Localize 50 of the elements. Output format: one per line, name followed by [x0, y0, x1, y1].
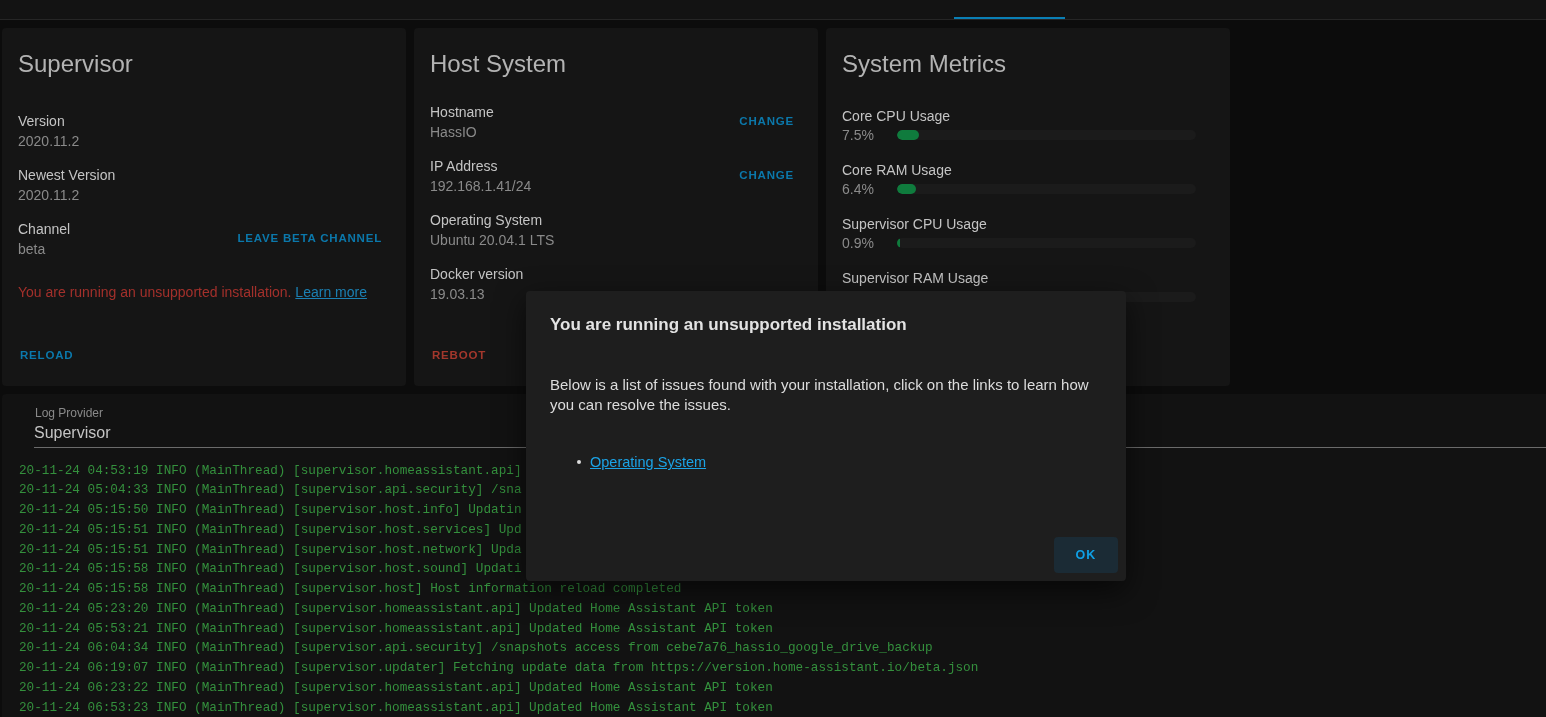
- issue-link[interactable]: Operating System: [590, 452, 707, 472]
- metric-label: Supervisor CPU Usage: [842, 215, 988, 234]
- setting-value: 2020.11.2: [18, 186, 81, 205]
- setting-label: Operating System: [430, 211, 544, 230]
- setting-label: Docker version: [430, 265, 524, 284]
- log-line: 20-11-24 06:04:34 INFO (MainThread) [supervisor.api.security] /snapshots access from cebe7a76_hassio_google_drive_backup: [19, 640, 933, 657]
- ok-button[interactable]: OK: [1054, 537, 1118, 573]
- setting-value: Ubuntu 20.04.1 LTS: [430, 231, 555, 250]
- log-line: 20-11-24 06:23:22 INFO (MainThread) [supervisor.homeassistant.api] Updated Home Assistant API token: [19, 679, 773, 696]
- log-line: 20-11-24 04:53:19 INFO (MainThread) [supervisor.homeassistant.api]: [19, 462, 522, 479]
- selected-tab-indicator[interactable]: [954, 17, 1065, 19]
- log-line: 20-11-24 05:15:50 INFO (MainThread) [supervisor.host.info] Updatin: [19, 502, 522, 518]
- setting-value: 19.03.13: [430, 285, 486, 304]
- text-button[interactable]: CHANGE: [731, 104, 802, 140]
- text-button[interactable]: CHANGE: [731, 158, 802, 194]
- card-title: System Metrics: [841, 49, 1007, 79]
- text-button[interactable]: LEAVE BETA CHANNEL: [229, 221, 390, 257]
- metric-value: 0.9%: [842, 234, 875, 252]
- log-line: 20-11-24 05:15:58 INFO (MainThread) [supervisor.host.sound] Updati: [19, 561, 522, 578]
- metric-label: Core RAM Usage: [842, 161, 953, 180]
- log-line: 20-11-24 05:23:20 INFO (MainThread) [supervisor.homeassistant.api] Updated Home Assistant API token: [19, 600, 773, 617]
- warning-message: You are running an unsupported installation. Learn more: [17, 283, 368, 302]
- log-line: 20-11-24 06:53:23 INFO (MainThread) [supervisor.homeassistant.api] Updated Home Assistant API token: [19, 699, 773, 716]
- setting-label: Channel: [18, 220, 71, 239]
- metric-value: 6.4%: [842, 180, 875, 198]
- setting-value: HassIO: [430, 123, 478, 142]
- log-line: 20-11-24 06:19:07 INFO (MainThread) [supervisor.updater] Fetching update data from https://version.home-assistant.io/beta.json: [19, 660, 979, 676]
- log-line: 20-11-24 05:15:58 INFO (MainThread) [supervisor.host] Host information reload completed: [19, 581, 682, 597]
- card-title: Supervisor: [17, 49, 134, 79]
- setting-label: Hostname: [430, 103, 494, 122]
- setting-label: Newest Version: [18, 166, 116, 185]
- log-line: 20-11-24 05:15:51 INFO (MainThread) [supervisor.host.network] Upda: [19, 541, 522, 558]
- text-button[interactable]: RELOAD: [12, 338, 82, 374]
- metric-label: Core CPU Usage: [842, 107, 952, 126]
- setting-label: Version: [18, 112, 66, 131]
- metric-value: 7.5%: [842, 126, 875, 144]
- setting-value: 192.168.1.41/24: [430, 177, 532, 196]
- setting-label: IP Address: [430, 157, 499, 176]
- log-line: 20-11-24 05:53:21 INFO (MainThread) [supervisor.homeassistant.api] Updated Home Assistant API token: [19, 620, 773, 637]
- log-line: 20-11-24 05:04:33 INFO (MainThread) [supervisor.api.security] /sna: [19, 482, 522, 499]
- dialog-title: You are running an unsupported installation: [550, 314, 908, 336]
- setting-value: beta: [18, 240, 47, 259]
- text-button[interactable]: REBOOT: [424, 338, 494, 374]
- metric-label: Supervisor RAM Usage: [842, 269, 990, 288]
- card-title: Host System: [429, 49, 568, 79]
- setting-value: 2020.11.2: [18, 132, 80, 151]
- bullet-icon: [577, 460, 581, 464]
- learn-more-link[interactable]: Learn more: [295, 284, 367, 300]
- log-line: 20-11-24 05:15:51 INFO (MainThread) [supervisor.host.services] Upd: [19, 521, 522, 538]
- dialog-message: Below is a list of issues found with your installation, click on the links to learn how you can resolve the issues.: [550, 375, 1090, 415]
